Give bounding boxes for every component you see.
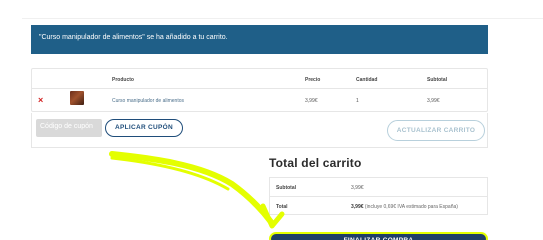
- item-subtotal: 3,99€: [427, 98, 440, 104]
- cart-table: Producto Precio Cantidad Subtotal × Curs…: [31, 68, 488, 112]
- header-product: Producto: [112, 77, 134, 83]
- subtotal-label: Subtotal: [276, 185, 296, 191]
- subtotal-row: Subtotal 3,99€: [270, 178, 487, 197]
- table-header-row: Producto Precio Cantidad Subtotal: [32, 69, 487, 89]
- apply-coupon-button[interactable]: APLICAR CUPÓN: [105, 119, 183, 137]
- header-quantity: Cantidad: [356, 77, 378, 83]
- coupon-input[interactable]: Código de cupón: [36, 119, 102, 137]
- total-row: Total 3,99€ (incluye 0,69€ IVA estimado …: [270, 197, 487, 216]
- quantity-input[interactable]: 1: [356, 98, 359, 104]
- cart-actions: Código de cupón APLICAR CUPÓN ACTUALIZAR…: [31, 113, 488, 148]
- item-price: 3,99€: [305, 98, 318, 104]
- total-value: 3,99€: [351, 204, 364, 210]
- top-divider: [22, 18, 543, 19]
- total-label: Total: [276, 204, 288, 210]
- product-thumbnail[interactable]: [70, 91, 84, 105]
- header-subtotal: Subtotal: [427, 77, 447, 83]
- update-cart-button[interactable]: ACTUALIZAR CARRITO: [387, 120, 485, 141]
- header-price: Precio: [305, 77, 321, 83]
- total-value-cell: 3,99€ (incluye 0,69€ IVA estimado para E…: [351, 204, 458, 210]
- cart-added-notice: "Curso manipulador de alimentos" se ha a…: [31, 25, 488, 54]
- checkout-button[interactable]: FINALIZAR COMPRA: [269, 232, 488, 240]
- cart-totals-title: Total del carrito: [269, 156, 362, 170]
- subtotal-value: 3,99€: [351, 185, 364, 191]
- cart-totals-table: Subtotal 3,99€ Total 3,99€ (incluye 0,69…: [269, 177, 488, 215]
- remove-item-icon[interactable]: ×: [38, 95, 43, 105]
- total-tax-note: (incluye 0,69€ IVA estimado para España): [364, 204, 458, 210]
- product-name-link[interactable]: Curso manipulador de alimentos: [112, 98, 184, 104]
- table-row: × Curso manipulador de alimentos 3,99€ 1…: [32, 89, 487, 113]
- notice-message: "Curso manipulador de alimentos" se ha a…: [39, 34, 228, 41]
